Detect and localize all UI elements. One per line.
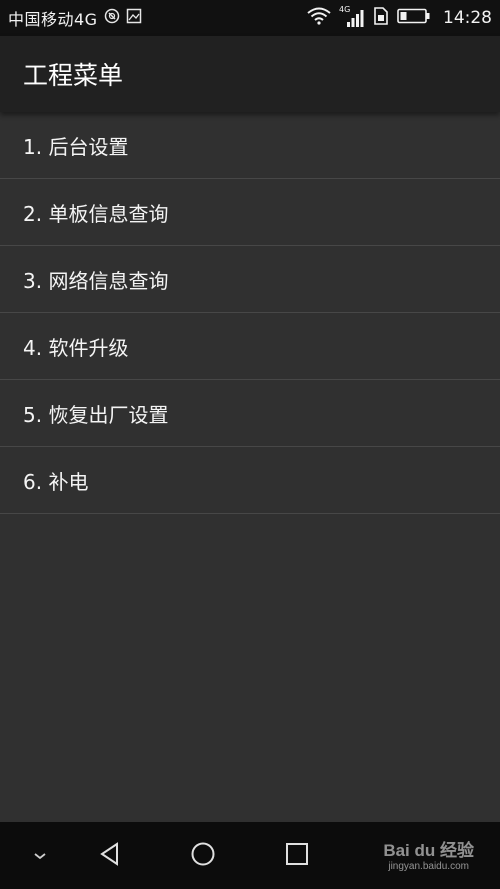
back-button[interactable] xyxy=(88,822,132,889)
battery-icon xyxy=(397,8,431,28)
navigation-bar: Bai du 经验 jingyan.baidu.com xyxy=(0,822,500,889)
recents-icon xyxy=(285,842,309,870)
menu-item-factory-reset[interactable]: 5. 恢复出厂设置 xyxy=(0,380,500,447)
collapse-icon xyxy=(33,846,47,865)
recents-button[interactable] xyxy=(275,822,319,889)
collapse-nav-button[interactable] xyxy=(20,822,60,889)
back-icon xyxy=(97,841,123,871)
watermark-logo: Bai du 经验 xyxy=(383,841,474,860)
status-icons-right: 4G 14:28 xyxy=(307,5,492,29)
page-title: 工程菜单 xyxy=(23,61,124,90)
image-notification-icon xyxy=(126,8,142,28)
menu-item-board-info[interactable]: 2. 单板信息查询 xyxy=(0,179,500,246)
menu-item-software-upgrade[interactable]: 4. 软件升级 xyxy=(0,313,500,380)
app-bar: 工程菜单 xyxy=(0,36,500,112)
clock: 14:28 xyxy=(443,8,492,28)
status-bar: 中国移动4G 4G 14:28 xyxy=(0,0,500,36)
watermark-url: jingyan.baidu.com xyxy=(388,861,469,872)
wifi-icon xyxy=(307,7,331,29)
baidu-jingyan-watermark: Bai du 经验 jingyan.baidu.com xyxy=(383,836,474,872)
menu-list: 1. 后台设置 2. 单板信息查询 3. 网络信息查询 4. 软件升级 5. 恢… xyxy=(0,112,500,514)
screen: 中国移动4G 4G 14:28 工程菜单 1. 后台设置 2. 单板信息查询 3… xyxy=(0,0,500,889)
menu-item-network-info[interactable]: 3. 网络信息查询 xyxy=(0,246,500,313)
menu-item-battery-charge[interactable]: 6. 补电 xyxy=(0,447,500,514)
sim-icon xyxy=(373,7,389,29)
home-icon xyxy=(190,841,216,871)
menu-item-background-settings[interactable]: 1. 后台设置 xyxy=(0,112,500,179)
signal-icon: 4G xyxy=(339,5,365,29)
carrier-label: 中国移动4G xyxy=(8,10,98,29)
no-disturb-icon xyxy=(104,8,120,28)
home-button[interactable] xyxy=(181,822,225,889)
